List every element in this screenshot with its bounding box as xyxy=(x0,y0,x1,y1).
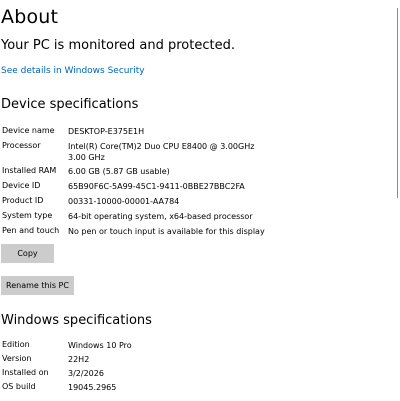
spec-label-processor: Processor xyxy=(2,141,41,150)
spec-label-pen-touch: Pen and touch xyxy=(2,226,60,235)
about-page: About Your PC is monitored and protected… xyxy=(0,0,400,401)
copy-button[interactable]: Copy xyxy=(1,244,54,263)
spec-value-installed-on: 3/2/2026 xyxy=(68,369,104,378)
device-specifications-heading: Device specifications xyxy=(1,97,139,112)
windows-security-link[interactable]: See details in Windows Security xyxy=(1,66,145,76)
page-title: About xyxy=(1,6,59,28)
spec-label-system-type: System type xyxy=(2,211,53,220)
spec-value-pen-touch: No pen or touch input is available for t… xyxy=(68,227,265,236)
spec-value-device-id: 65B90F6C-5A99-45C1-9411-0BBE27BBC2FA xyxy=(68,182,245,191)
windows-specifications-heading: Windows specifications xyxy=(1,313,152,328)
rename-pc-button[interactable]: Rename this PC xyxy=(1,276,74,295)
spec-label-device-name: Device name xyxy=(2,126,55,135)
spec-value-device-name: DESKTOP-E375E1H xyxy=(68,127,145,136)
spec-value-processor: Intel(R) Core(TM)2 Duo CPU E8400 @ 3.00G… xyxy=(68,142,255,151)
protection-status: Your PC is monitored and protected. xyxy=(1,38,235,53)
spec-label-edition: Edition xyxy=(2,340,30,349)
spec-value-system-type: 64-bit operating system, x64-based proce… xyxy=(68,212,253,221)
spec-label-version: Version xyxy=(2,354,32,363)
spec-value-version: 22H2 xyxy=(68,355,90,364)
spec-value-os-build: 19045.2965 xyxy=(68,383,117,392)
spec-label-device-id: Device ID xyxy=(2,181,41,190)
spec-label-product-id: Product ID xyxy=(2,196,44,205)
spec-label-installed-ram: Installed RAM xyxy=(2,166,57,175)
spec-value-installed-ram: 6.00 GB (5.87 GB usable) xyxy=(68,167,170,176)
vertical-scrollbar[interactable] xyxy=(397,8,398,198)
spec-label-installed-on: Installed on xyxy=(2,368,49,377)
spec-value-edition: Windows 10 Pro xyxy=(68,341,132,350)
spec-value-product-id: 00331-10000-00001-AA784 xyxy=(68,197,180,206)
spec-label-os-build: OS build xyxy=(2,382,36,391)
spec-value-processor-speed: 3.00 GHz xyxy=(68,153,105,162)
